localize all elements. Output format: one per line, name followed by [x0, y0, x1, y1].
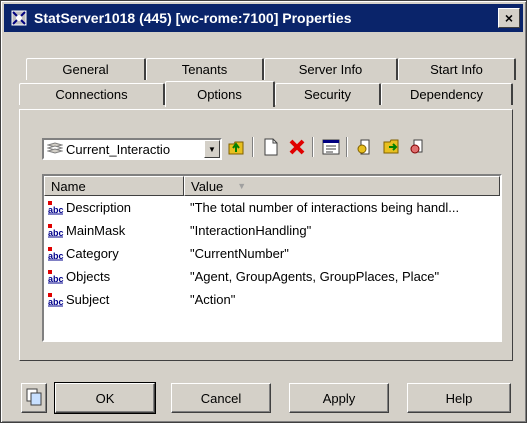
option-name: Objects — [66, 269, 111, 284]
up-folder-icon[interactable] — [225, 136, 247, 158]
column-label: Value — [191, 178, 224, 194]
tab-security[interactable]: Security — [275, 83, 381, 105]
tab-label: Connections — [55, 87, 128, 102]
button-label: Apply — [322, 390, 356, 406]
option-value: "InteractionHandling" — [190, 223, 312, 238]
option-name: Description — [66, 200, 132, 215]
string-type-icon: abc — [48, 223, 64, 238]
ok-button[interactable]: OK — [54, 382, 156, 414]
properties-icon[interactable] — [320, 136, 342, 158]
tab-options[interactable]: Options — [165, 81, 275, 107]
option-value: "Action" — [190, 292, 236, 307]
tab-label: Start Info — [430, 62, 483, 77]
tab-label: Options — [197, 87, 242, 102]
tab-start-info[interactable]: Start Info — [398, 58, 516, 80]
import-icon[interactable] — [354, 136, 376, 158]
clipboard-icon — [26, 388, 42, 409]
new-icon[interactable] — [260, 136, 282, 158]
delete-icon[interactable] — [286, 136, 308, 158]
copy-to-clipboard-button[interactable] — [21, 383, 47, 413]
list-item[interactable]: abc MainMask "InteractionHandling" — [44, 219, 500, 242]
server-icon — [10, 9, 28, 27]
list-item[interactable]: abc Objects "Agent, GroupAgents, GroupPla… — [44, 265, 500, 288]
properties-dialog: StatServer1018 (445) [wc-rome:7100] Prop… — [0, 0, 527, 423]
option-name: MainMask — [66, 223, 126, 238]
copy-icon[interactable] — [406, 136, 428, 158]
sort-arrow-icon: ▼ — [237, 181, 247, 191]
string-type-icon: abc — [48, 292, 64, 307]
toolbar-separator — [312, 137, 314, 157]
list-item[interactable]: abc Subject "Action" — [44, 288, 500, 311]
options-tab-panel: Current_Interactio ▼ Name Value ▼ abc De… — [19, 109, 513, 361]
toolbar-separator — [346, 137, 348, 157]
title-bar[interactable]: StatServer1018 (445) [wc-rome:7100] Prop… — [4, 4, 523, 32]
string-type-icon: abc — [48, 200, 64, 215]
button-label: Help — [445, 390, 473, 406]
section-icon — [46, 142, 64, 156]
tab-dependency[interactable]: Dependency — [381, 83, 513, 105]
export-icon[interactable] — [380, 136, 402, 158]
apply-button[interactable]: Apply — [289, 383, 389, 413]
cancel-button[interactable]: Cancel — [171, 383, 271, 413]
list-item[interactable]: abc Description "The total number of inte… — [44, 196, 500, 219]
column-header-name[interactable]: Name — [44, 176, 184, 196]
option-value: "CurrentNumber" — [190, 246, 289, 261]
section-combo-value: Current_Interactio — [66, 141, 171, 157]
tab-tenants[interactable]: Tenants — [146, 58, 264, 80]
tab-connections[interactable]: Connections — [19, 83, 165, 105]
column-header-value[interactable]: Value ▼ — [184, 176, 500, 196]
list-header: Name Value ▼ — [44, 176, 500, 196]
tab-label: General — [62, 62, 109, 77]
tab-label: Tenants — [181, 62, 228, 77]
help-button[interactable]: Help — [407, 383, 511, 413]
close-button[interactable]: × — [498, 8, 520, 28]
option-name: Category — [66, 246, 119, 261]
tab-server-info[interactable]: Server Info — [264, 58, 398, 80]
column-label: Name — [51, 178, 86, 194]
toolbar-separator — [252, 137, 254, 157]
list-item[interactable]: abc Category "CurrentNumber" — [44, 242, 500, 265]
option-value: "Agent, GroupAgents, GroupPlaces, Place" — [190, 269, 440, 284]
option-name: Subject — [66, 292, 110, 307]
option-value: "The total number of interactions being … — [190, 200, 460, 215]
chevron-down-icon[interactable]: ▼ — [204, 140, 220, 158]
tab-general[interactable]: General — [26, 58, 146, 80]
button-label: OK — [95, 390, 115, 406]
tab-label: Dependency — [410, 87, 483, 102]
button-label: Cancel — [200, 390, 242, 406]
string-type-icon: abc — [48, 246, 64, 261]
options-list[interactable]: Name Value ▼ abc Description "The total n… — [42, 174, 502, 342]
window-title: StatServer1018 (445) [wc-rome:7100] Prop… — [34, 10, 352, 26]
tab-label: Server Info — [298, 62, 363, 77]
string-type-icon: abc — [48, 269, 64, 284]
section-combo[interactable]: Current_Interactio ▼ — [42, 138, 222, 160]
tab-label: Security — [304, 87, 351, 102]
